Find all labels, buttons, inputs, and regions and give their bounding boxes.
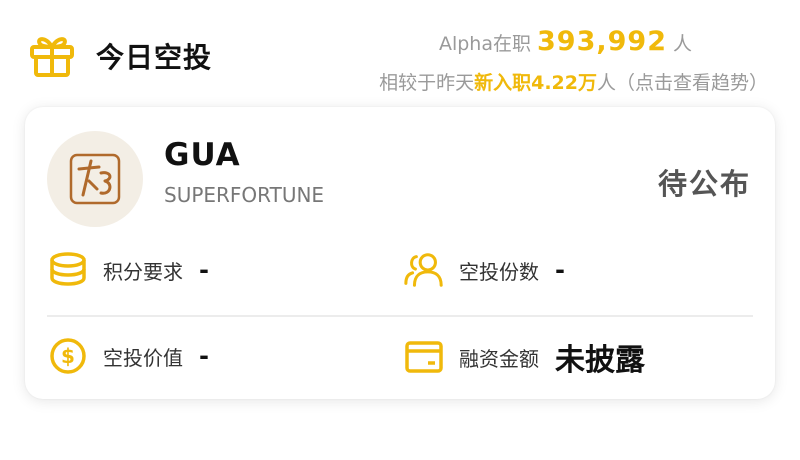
airdrop-shares: 空投份数 - [403,249,565,291]
points-requirement: 积分要求 - [47,249,209,291]
airdrop-card[interactable]: GUA SUPERFORTUNE 待公布 积分要求 - 空投份数 - $ 空投价… [25,107,775,399]
dollar-circle-icon: $ [47,335,89,377]
points-label: 积分要求 [103,259,183,284]
wallet-icon [403,336,445,378]
employee-count-prefix: Alpha在职 [438,33,531,55]
status-badge: 待公布 [657,167,751,201]
gift-icon [30,37,74,77]
value-value: - [199,342,209,370]
shares-value: - [555,256,565,284]
token-name: SUPERFORTUNE [164,183,325,207]
employee-count-suffix: 人 [672,33,692,55]
airdrop-header: 今日空投 Alpha在职 393,992 人 相较于昨天新入职4.22万人（点击查看… [0,0,800,105]
page-title: 今日空投 [96,41,213,74]
coins-stack-icon [47,249,89,291]
divider [47,315,753,317]
svg-text:$: $ [61,344,75,368]
employee-count-value: 393,992 [537,26,667,57]
employee-count: Alpha在职 393,992 人 [439,26,692,57]
value-label: 空投价值 [103,345,183,370]
trend-suffix: 人（点击查看趋势） [596,72,768,94]
token-symbol: GUA [164,137,241,173]
trend-prefix: 相较于昨天 [379,72,475,94]
points-value: - [199,256,209,284]
funding-value: 未披露 [555,343,645,378]
funding-amount: 融资金额 未披露 [403,335,645,379]
trend-link[interactable]: 相较于昨天新入职4.22万人（点击查看趋势） [379,68,768,95]
airdrop-value: $ 空投价值 - [47,335,209,377]
trend-highlight: 新入职4.22万 [474,72,597,94]
shares-label: 空投份数 [459,259,539,284]
funding-label: 融资金额 [459,346,539,371]
users-icon [403,249,445,291]
token-logo [47,131,143,227]
